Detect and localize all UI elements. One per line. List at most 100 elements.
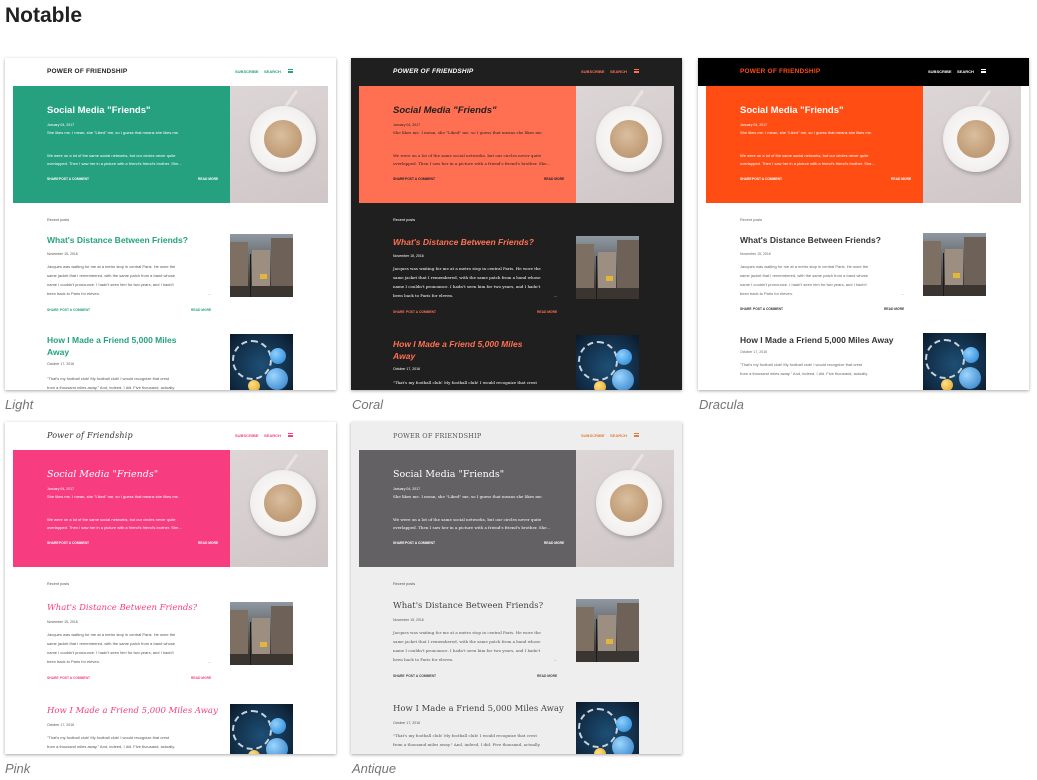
post-text: "That's my football club! My football cl… — [393, 733, 537, 738]
post-title: How I Made a Friend 5,000 Miles Away — [47, 706, 218, 716]
post-text: same jacket that I remembered, with the … — [740, 273, 869, 278]
post-read-more-link: READ MORE — [537, 310, 558, 314]
post-title: Away — [47, 347, 70, 357]
hero-text: We were on a lot of the same social netw… — [393, 153, 542, 158]
hero-text: We were on a lot of the same social netw… — [393, 517, 542, 522]
post-comment-link: POST A COMMENT — [60, 676, 90, 680]
street-photo-thumbnail — [230, 602, 293, 665]
post-title: What's Distance Between Friends? — [393, 601, 544, 611]
post-read-more-link: READ MORE — [191, 308, 212, 312]
post-date: October 17, 2016 — [740, 350, 768, 354]
theme-label-light: Light — [5, 397, 34, 412]
post-text: "That's my football club! My football cl… — [47, 735, 170, 740]
hero-date: January 04, 2017 — [47, 123, 75, 127]
post-text: Jacques was waiting for me at a metro st… — [47, 264, 176, 269]
recent-posts-heading: Recent posts — [393, 218, 416, 222]
post-share-link: SHARE — [393, 310, 405, 314]
post-text: "That's my football club! My football cl… — [740, 362, 863, 367]
globe-photo-thumbnail — [923, 333, 986, 390]
menu-icon — [981, 69, 986, 73]
subscribe-link: SUBSCRIBE — [928, 69, 952, 74]
hero-text: overlapped. Then I saw her in a picture … — [740, 161, 875, 166]
post-comment-link: POST A COMMENT — [60, 308, 90, 312]
blog-top-bar: POWER OF FRIENDSHIP SUBSCRIBE SEARCH — [698, 58, 1029, 86]
post-text: Jacques was waiting for me at a metro st… — [393, 630, 541, 635]
street-photo-thumbnail — [576, 599, 639, 662]
post-text: name I couldn't pronounce. I hadn't seen… — [393, 284, 541, 289]
post-share-link: SHARE — [393, 674, 405, 678]
post-text: Jacques was waiting for me at a metro st… — [740, 264, 869, 269]
blog-top-bar: POWER OF FRIENDSHIP SUBSCRIBE SEARCH — [5, 58, 336, 86]
coffee-cup-image — [230, 86, 328, 203]
hero-share-link: SHARE — [393, 177, 405, 181]
post-date: November 15, 2016 — [393, 618, 424, 622]
post-text: "That's my football club! My football cl… — [393, 380, 537, 385]
hero-banner: Social Media "Friends" January 04, 2017 … — [359, 450, 576, 567]
search-link: SEARCH — [264, 69, 281, 74]
hero-text: We were on a lot of the same social netw… — [47, 517, 176, 522]
post-title: What's Distance Between Friends? — [740, 235, 881, 245]
theme-card-coral[interactable]: POWER OF FRIENDSHIP SUBSCRIBE SEARCH Soc… — [351, 58, 682, 390]
search-link: SEARCH — [610, 69, 627, 74]
hero-read-more-link: READ MORE — [544, 541, 565, 545]
hero-title: Social Media "Friends" — [47, 469, 159, 480]
menu-icon — [634, 433, 639, 437]
hero-comment-link: POST A COMMENT — [405, 541, 435, 545]
post-date: November 15, 2016 — [47, 620, 78, 624]
menu-icon — [288, 433, 293, 437]
recent-posts-heading: Recent posts — [47, 218, 70, 222]
hero-text: She likes me. I mean, she "Liked" me, so… — [393, 494, 543, 499]
theme-card-antique[interactable]: POWER OF FRIENDSHIP SUBSCRIBE SEARCH Soc… — [351, 422, 682, 754]
post-text: been back to Paris for eleven. — [393, 657, 454, 662]
hero-text: overlapped. Then I saw her in a picture … — [47, 161, 182, 166]
globe-photo-thumbnail — [576, 702, 639, 754]
hero-text: overlapped. Then I saw her in a picture … — [393, 161, 551, 166]
post-text: same jacket that I remembered, with the … — [47, 273, 176, 278]
post-text: from a thousand miles away." And, indeed… — [740, 371, 869, 376]
post-text: name I couldn't pronounce. I hadn't seen… — [740, 282, 867, 287]
hero-text: overlapped. Then I saw her in a picture … — [47, 525, 182, 530]
blog-brand: POWER OF FRIENDSHIP — [393, 68, 474, 75]
post-text: been back to Paris for eleven. — [393, 293, 454, 298]
hero-text: She likes me. I mean, she "Liked" me, so… — [47, 130, 180, 135]
post-text: name I couldn't pronounce. I hadn't seen… — [393, 648, 541, 653]
coffee-cup-image — [230, 450, 328, 567]
post-text: same jacket that I remembered, with the … — [393, 275, 541, 280]
recent-posts-heading: Recent posts — [47, 582, 70, 586]
menu-icon — [288, 69, 293, 73]
blog-brand: POWER OF FRIENDSHIP — [740, 68, 821, 75]
post-text: from a thousand miles away." And, indeed… — [393, 742, 541, 747]
post-ellipsis: ... — [208, 291, 212, 296]
hero-read-more-link: READ MORE — [544, 177, 565, 181]
post-title: What's Distance Between Friends? — [47, 603, 198, 613]
search-link: SEARCH — [264, 433, 281, 438]
post-ellipsis: ... — [901, 291, 905, 296]
theme-card-light[interactable]: POWER OF FRIENDSHIP SUBSCRIBE SEARCH Soc… — [5, 58, 336, 390]
theme-label-pink: Pink — [5, 761, 31, 776]
blog-top-bar: Power of Friendship SUBSCRIBE SEARCH — [5, 422, 336, 450]
post-date: November 15, 2016 — [740, 252, 771, 256]
hero-comment-link: POST A COMMENT — [59, 177, 89, 181]
hero-banner: Social Media "Friends" January 04, 2017 … — [359, 86, 576, 203]
theme-card-dracula[interactable]: POWER OF FRIENDSHIP SUBSCRIBE SEARCH Soc… — [698, 58, 1029, 390]
hero-share-link: SHARE — [47, 177, 59, 181]
street-photo-thumbnail — [576, 236, 639, 299]
post-text: name I couldn't pronounce. I hadn't seen… — [47, 650, 174, 655]
blog-top-bar: POWER OF FRIENDSHIP SUBSCRIBE SEARCH — [351, 58, 682, 86]
hero-date: January 04, 2017 — [393, 487, 421, 491]
page-title: Notable — [5, 4, 83, 27]
blog-brand: POWER OF FRIENDSHIP — [393, 432, 482, 440]
post-title: How I Made a Friend 5,000 Miles — [393, 339, 523, 349]
subscribe-link: SUBSCRIBE — [235, 69, 259, 74]
hero-date: January 04, 2017 — [47, 487, 75, 491]
subscribe-link: SUBSCRIBE — [581, 433, 605, 438]
blog-brand: Power of Friendship — [47, 431, 133, 440]
hero-share-link: SHARE — [740, 177, 752, 181]
post-ellipsis: ... — [554, 657, 558, 662]
post-text: "That's my football club! My football cl… — [47, 376, 170, 381]
post-date: October 17, 2016 — [393, 367, 421, 371]
theme-card-pink[interactable]: Power of Friendship SUBSCRIBE SEARCH Soc… — [5, 422, 336, 754]
post-ellipsis: ... — [554, 293, 558, 298]
post-title: What's Distance Between Friends? — [47, 235, 188, 245]
post-text: from a thousand miles away." And, indeed… — [47, 385, 176, 390]
